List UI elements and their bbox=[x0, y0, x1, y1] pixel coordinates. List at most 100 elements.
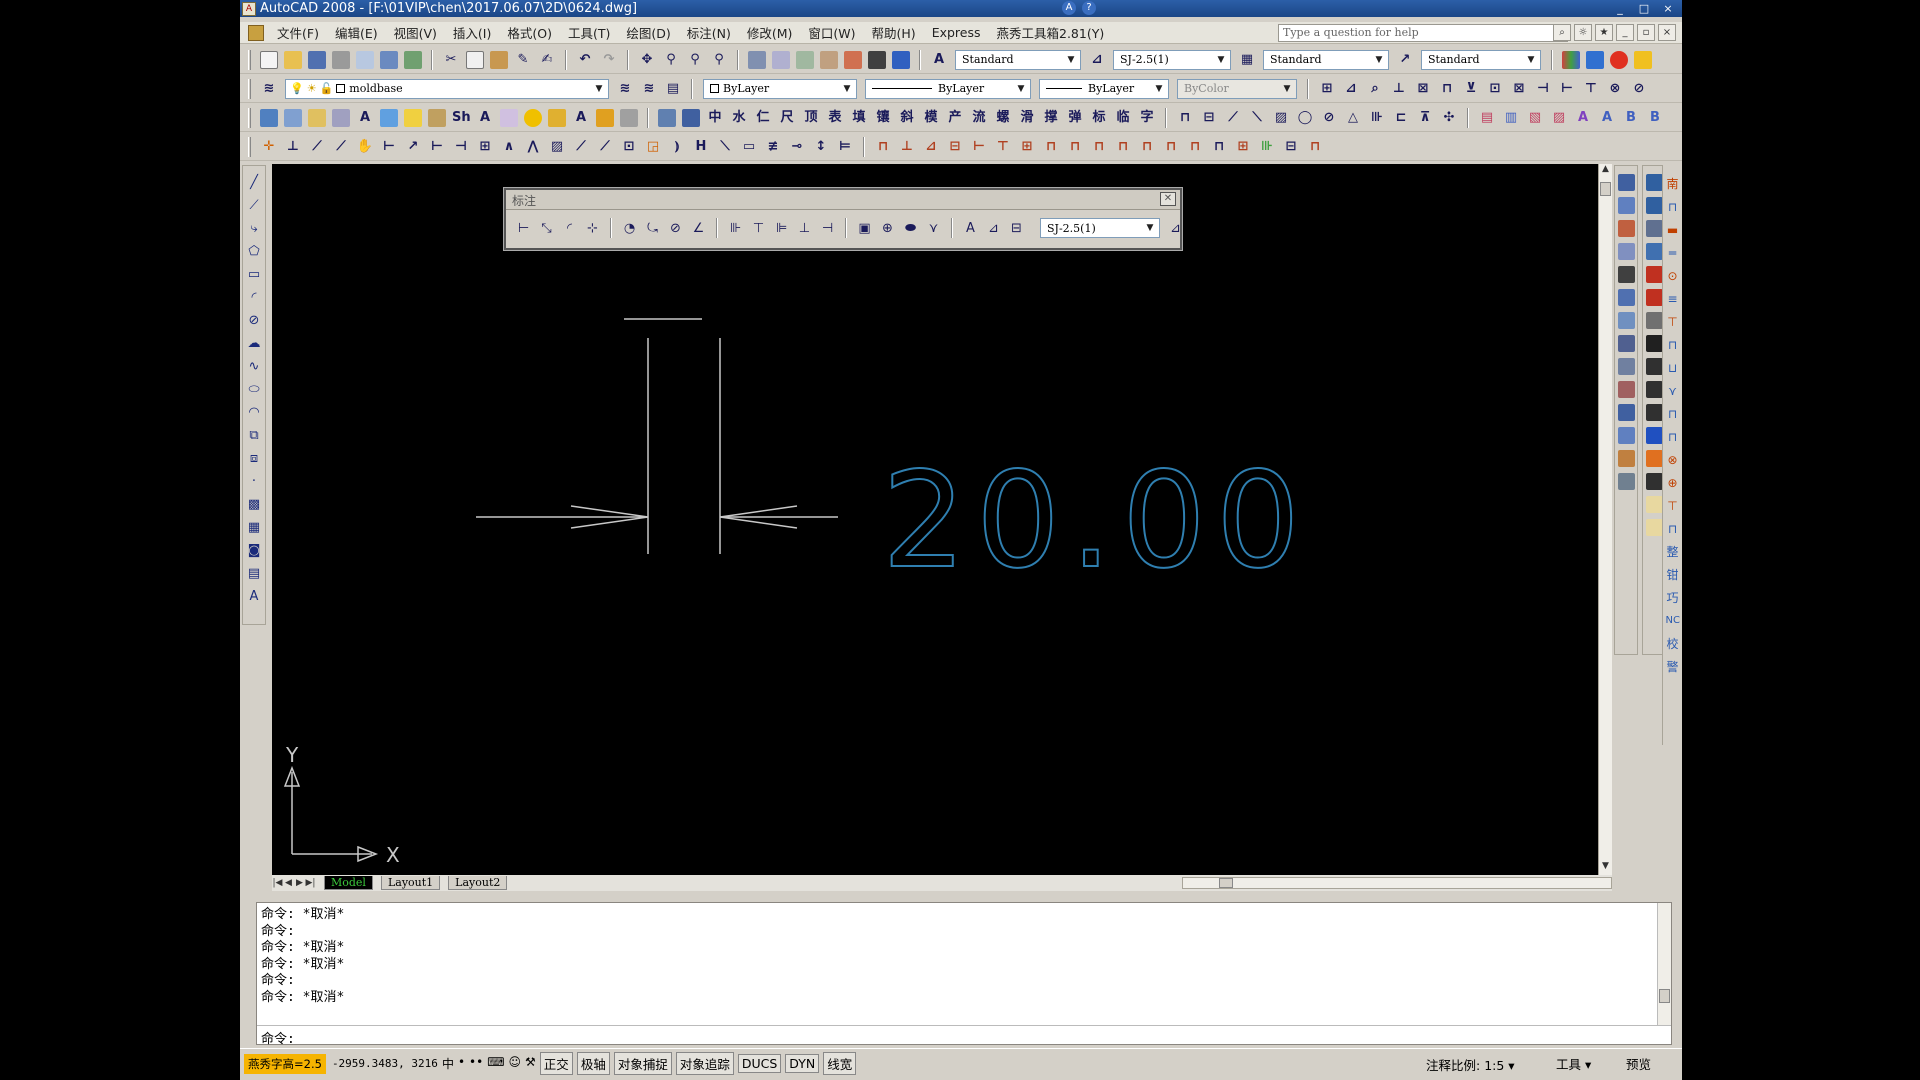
ortho-toggle[interactable]: 正交 bbox=[539, 1052, 573, 1075]
yx-mold-8-icon[interactable]: ⊓ bbox=[1042, 138, 1060, 156]
point-icon[interactable]: · bbox=[245, 473, 263, 491]
communication-center-icon[interactable]: ☼ bbox=[1574, 24, 1592, 41]
yx-dim-leader-icon[interactable]: ↗ bbox=[404, 138, 422, 156]
ellipse-icon[interactable]: ⬭ bbox=[245, 381, 263, 399]
yx-tool-1-icon[interactable]: ⊞ bbox=[1318, 80, 1336, 98]
ime-punct-button[interactable]: • bbox=[458, 1055, 465, 1072]
yx-mold-2-icon[interactable]: ⊥ bbox=[898, 138, 916, 156]
command-scroll-thumb[interactable] bbox=[1659, 989, 1670, 1003]
gradient-icon[interactable]: ▦ bbox=[245, 519, 263, 537]
right-edge-glyph-5[interactable]: NC bbox=[1666, 612, 1680, 630]
layer-states-icon[interactable]: ▤ bbox=[664, 80, 682, 98]
yx-blue-4-icon[interactable]: B bbox=[1646, 109, 1664, 127]
dim-space-icon[interactable]: ⊥ bbox=[796, 220, 813, 237]
menu-edit[interactable]: 编辑(E) bbox=[335, 23, 378, 42]
new-file-icon[interactable] bbox=[260, 50, 278, 69]
yx-hatch2-icon[interactable]: ▨ bbox=[1272, 109, 1290, 127]
design-center-icon[interactable] bbox=[772, 50, 790, 69]
dim-continue-icon[interactable]: ⊫ bbox=[773, 220, 790, 237]
yx-biao-mark-button[interactable]: 标 bbox=[1090, 109, 1108, 127]
construction-line-icon[interactable]: ⟋ bbox=[245, 197, 263, 215]
right-edge-tool-1-icon[interactable]: ⊓ bbox=[1666, 198, 1680, 216]
minimize-button[interactable]: _ bbox=[1610, 1, 1630, 16]
yx-dim-angle-icon[interactable]: ∧ bbox=[500, 138, 518, 156]
yx-dim-vert-icon[interactable]: ↕ bbox=[812, 138, 830, 156]
yx-zi-button[interactable]: 字 bbox=[1138, 109, 1156, 127]
yx-frame-icon[interactable]: ⊓ bbox=[1176, 109, 1194, 127]
close-button[interactable]: × bbox=[1658, 1, 1678, 16]
yx-chi-button[interactable]: 尺 bbox=[778, 109, 796, 127]
rt1-az-icon[interactable] bbox=[1617, 289, 1635, 306]
yx-open-icon[interactable] bbox=[260, 108, 278, 127]
menu-modify[interactable]: 修改(M) bbox=[747, 23, 793, 42]
yx-block-icon[interactable] bbox=[332, 108, 350, 127]
region-icon[interactable]: ◙ bbox=[245, 542, 263, 560]
yx-cross-icon[interactable]: ✣ bbox=[1440, 109, 1458, 127]
yx-hua-button[interactable]: 滑 bbox=[1018, 109, 1036, 127]
yx-tan-button[interactable]: 弹 bbox=[1066, 109, 1084, 127]
right-edge-tool-15-icon[interactable]: ⊓ bbox=[1666, 520, 1680, 538]
rt2-icon-15[interactable] bbox=[1645, 496, 1663, 513]
yx-stack-icon[interactable] bbox=[682, 108, 700, 127]
rt1-blocks-icon[interactable] bbox=[1617, 243, 1635, 260]
right-edge-tool-2-icon[interactable]: ▬ bbox=[1666, 221, 1680, 239]
dim-arc-length-icon[interactable]: ◜ bbox=[561, 220, 578, 237]
layer-manager-icon[interactable]: ≋ bbox=[260, 80, 278, 98]
hatch-icon[interactable]: ▩ bbox=[245, 496, 263, 514]
ducs-toggle[interactable]: DUCS bbox=[737, 1054, 782, 1073]
rt1-grid2-icon[interactable] bbox=[1617, 427, 1635, 444]
font-height-indicator[interactable]: 燕秀字高=2.5 bbox=[244, 1053, 326, 1074]
yx-xiang-button[interactable]: 镶 bbox=[874, 109, 892, 127]
properties-icon[interactable] bbox=[748, 50, 766, 69]
dim-style-manager-icon[interactable]: ⊿ bbox=[1167, 220, 1184, 237]
yx-dim-break-icon[interactable]: ⋀ bbox=[524, 138, 542, 156]
maximize-button[interactable]: □ bbox=[1634, 1, 1654, 16]
scroll-down-icon[interactable]: ▼ bbox=[1599, 861, 1612, 875]
rt1-tree-icon[interactable] bbox=[1617, 358, 1635, 375]
right-edge-tool-11-icon[interactable]: ⊓ bbox=[1666, 428, 1680, 446]
arc-icon[interactable]: ◜ bbox=[245, 289, 263, 307]
right-edge-tool-5-icon[interactable]: ≡ bbox=[1666, 290, 1680, 308]
yx-bracket-icon[interactable]: ⊏ bbox=[1392, 109, 1410, 127]
yx-purple-1-icon[interactable]: A bbox=[1574, 109, 1592, 127]
yx-pink-1-icon[interactable]: ▤ bbox=[1478, 109, 1496, 127]
dim-jogged-icon[interactable]: ⤿ bbox=[644, 220, 661, 237]
yx-tian-button[interactable]: 填 bbox=[850, 109, 868, 127]
cursor-coordinates[interactable]: -2959.3483, 3216 bbox=[332, 1057, 438, 1070]
menu-window[interactable]: 窗口(W) bbox=[808, 23, 855, 42]
menu-format[interactable]: 格式(O) bbox=[507, 23, 552, 42]
right-edge-glyph-6[interactable]: 校 bbox=[1666, 635, 1680, 653]
yx-mold-10-icon[interactable]: ⊓ bbox=[1090, 138, 1108, 156]
block-editor-icon[interactable]: ✍ bbox=[538, 51, 556, 69]
dim-linear-icon[interactable]: ⊢ bbox=[515, 220, 532, 237]
text-style-select[interactable]: Standard ▼ bbox=[955, 49, 1081, 70]
right-edge-tool-14-icon[interactable]: ⊤ bbox=[1666, 497, 1680, 515]
circle-icon[interactable]: ⊘ bbox=[245, 312, 263, 330]
render-icon[interactable] bbox=[1586, 50, 1604, 69]
help-book-icon[interactable] bbox=[892, 50, 910, 69]
match-properties-icon[interactable]: ✎ bbox=[514, 51, 532, 69]
color-select[interactable]: ByLayer ▼ bbox=[703, 78, 857, 99]
rt2-icon-5[interactable] bbox=[1645, 266, 1663, 283]
linetype-select[interactable]: ByLayer ▼ bbox=[865, 78, 1031, 99]
layer-select[interactable]: 💡 ☀ 🔓 moldbase ▼ bbox=[285, 78, 609, 99]
mleader-style-icon[interactable]: ↗ bbox=[1396, 51, 1414, 69]
tool-palettes-icon[interactable] bbox=[796, 50, 814, 69]
yx-comb-icon[interactable]: ⊪ bbox=[1368, 109, 1386, 127]
yx-gear-icon[interactable] bbox=[500, 108, 518, 127]
yx-liu-button[interactable]: 流 bbox=[970, 109, 988, 127]
yx-mold-16-icon[interactable]: ⊞ bbox=[1234, 138, 1252, 156]
yx-mold-17-icon[interactable]: ⊪ bbox=[1258, 138, 1276, 156]
menu-tools[interactable]: 工具(T) bbox=[568, 23, 610, 42]
yx-mo-button[interactable]: 模 bbox=[922, 109, 940, 127]
yx-dim-quick-icon[interactable]: ⊞ bbox=[476, 138, 494, 156]
sheet-set-icon[interactable] bbox=[820, 50, 838, 69]
osnap-toggle[interactable]: 对象捕捉 bbox=[613, 1052, 672, 1075]
save-icon[interactable] bbox=[308, 50, 326, 69]
quick-dimension-icon[interactable]: ⊪ bbox=[727, 220, 744, 237]
right-edge-tool-4-icon[interactable]: ⊙ bbox=[1666, 267, 1680, 285]
right-edge-glyph-7[interactable]: 警 bbox=[1666, 658, 1680, 676]
print-icon[interactable] bbox=[332, 50, 350, 69]
right-edge-tool-12-icon[interactable]: ⊗ bbox=[1666, 451, 1680, 469]
yx-dim-arc-icon[interactable]: ⦆ bbox=[668, 138, 686, 156]
